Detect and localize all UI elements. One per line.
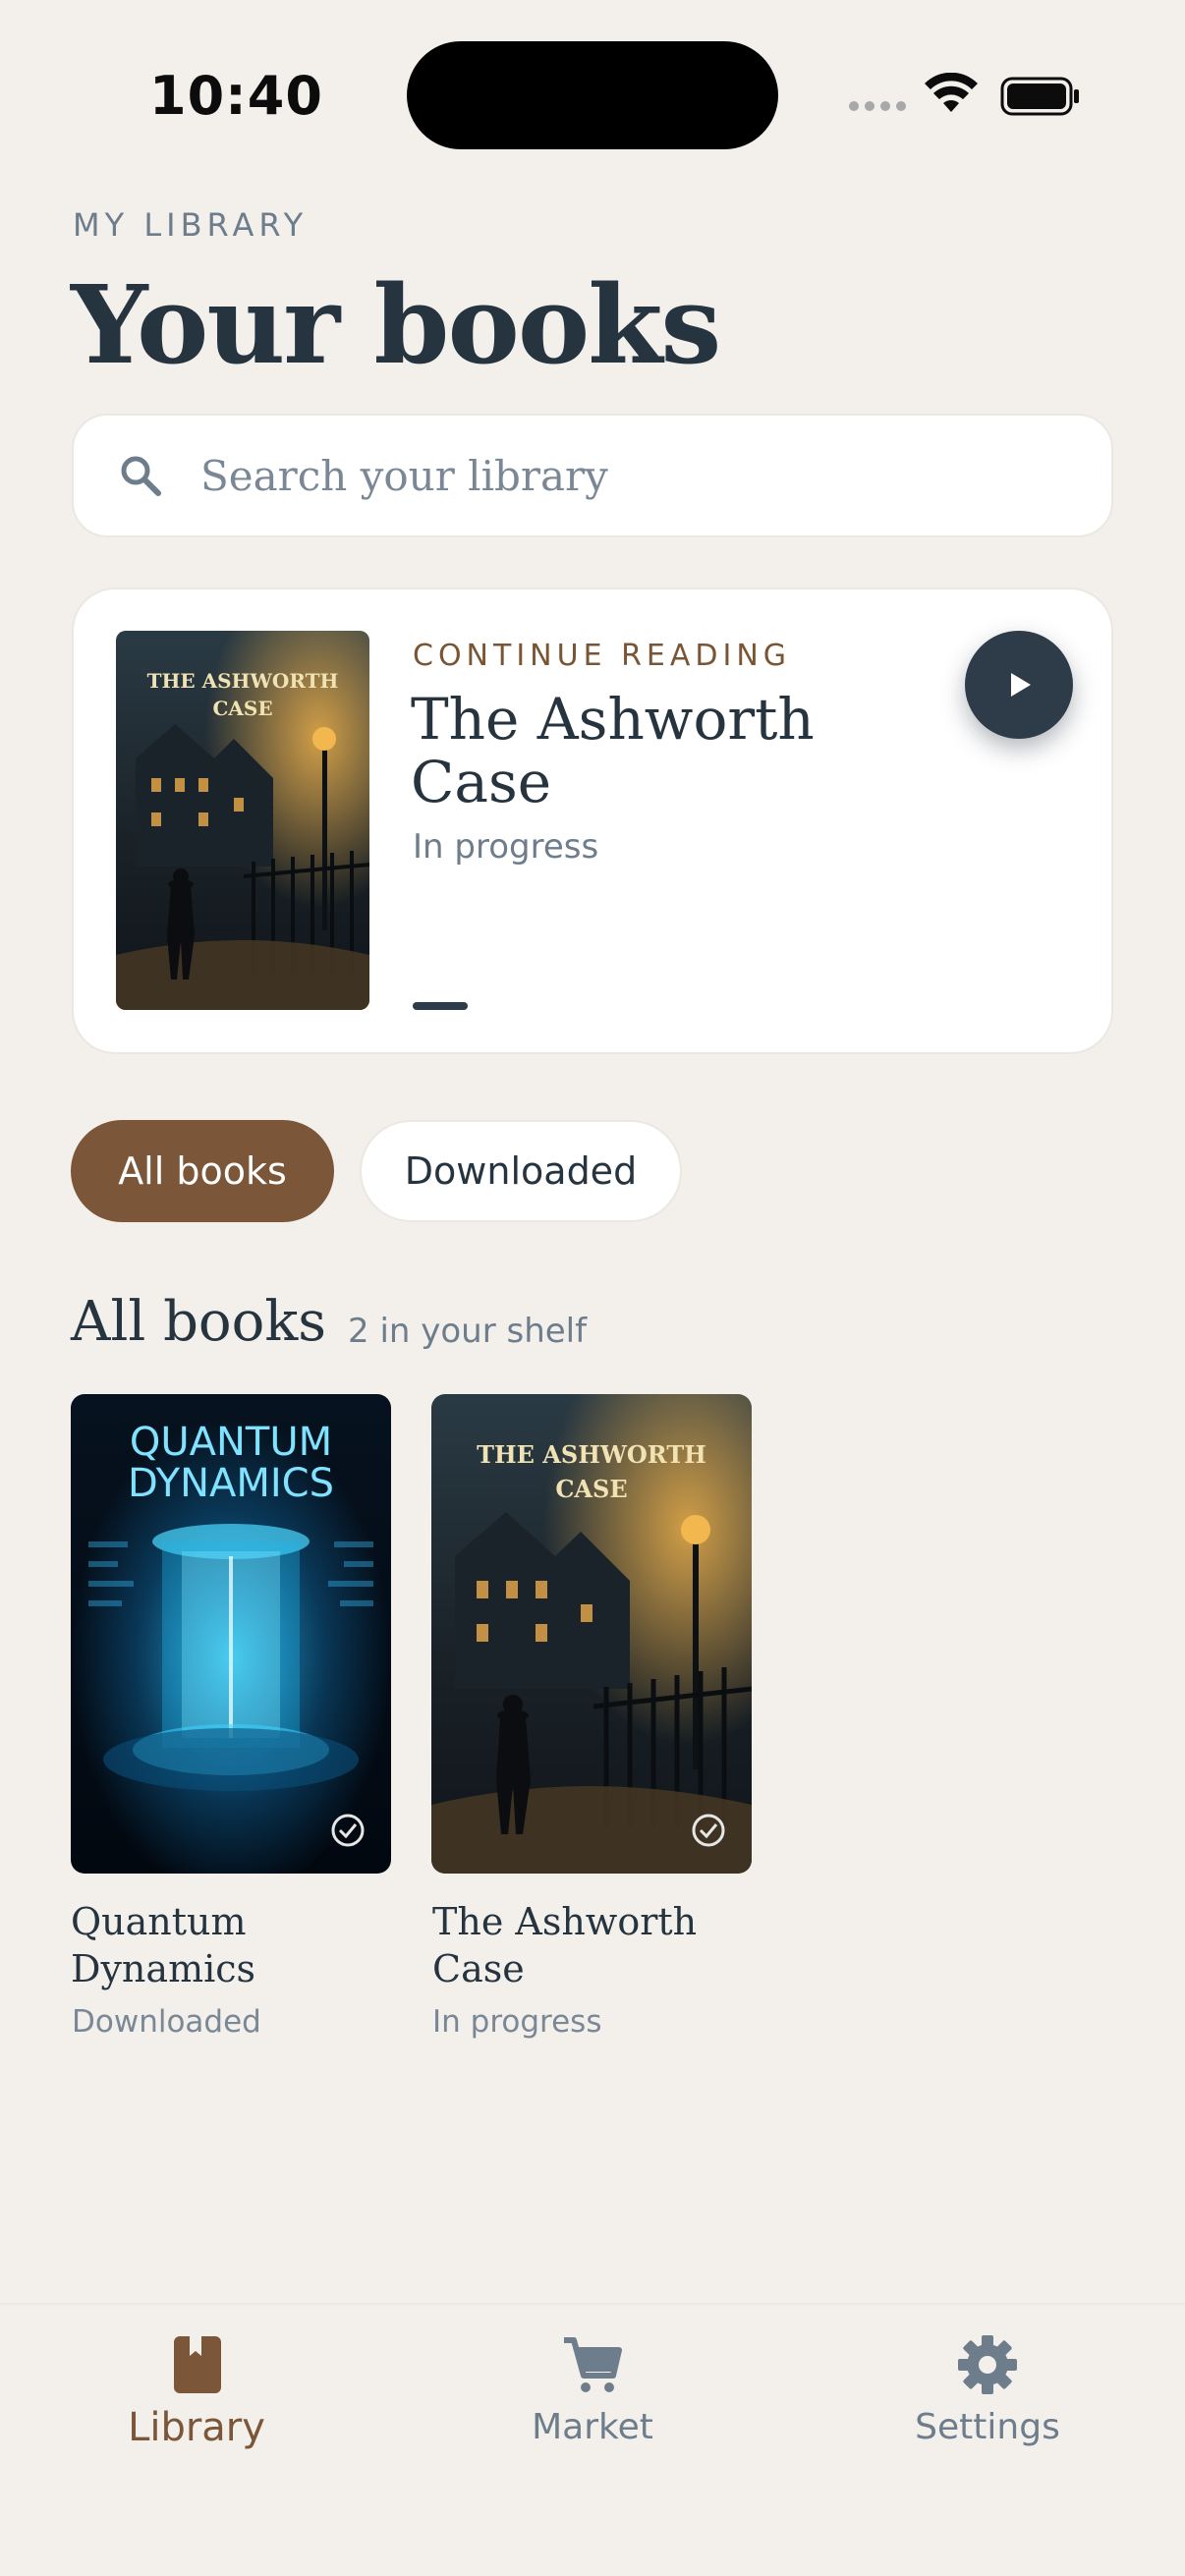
book-cover-the-ashworth-case[interactable]: THE ASHWORTH CASE xyxy=(431,1394,752,1874)
continue-reading-title: The Ashworth Case xyxy=(411,686,815,815)
page-title: Your books xyxy=(71,261,721,388)
nav-label-settings: Settings xyxy=(915,2407,1060,2447)
downloaded-check-icon xyxy=(692,1814,725,1847)
svg-text:QUANTUM: QUANTUM xyxy=(130,1420,332,1465)
book-status-quantum-dynamics: Downloaded xyxy=(72,2004,261,2040)
search-input[interactable] xyxy=(200,451,987,500)
section-count: 2 in your shelf xyxy=(348,1312,588,1351)
book-cover-ashworth[interactable]: THE ASHWORTH CASE xyxy=(116,631,369,1010)
cart-icon xyxy=(564,2337,622,2392)
nav-item-library[interactable]: Library xyxy=(49,2332,344,2450)
book-cover-quantum-dynamics[interactable]: QUANTUM DYNAMICS xyxy=(71,1394,391,1874)
play-icon xyxy=(1011,673,1031,697)
nav-label-market: Market xyxy=(532,2407,653,2447)
cover-art: THE ASHWORTH CASE xyxy=(431,1394,752,1874)
reading-progress-bar xyxy=(413,1002,468,1010)
downloaded-check-icon xyxy=(331,1814,365,1847)
cellular-signal-icon xyxy=(849,101,906,111)
status-time: 10:40 xyxy=(149,65,323,127)
filter-chip-downloaded[interactable]: Downloaded xyxy=(360,1120,682,1222)
book-title-quantum-dynamics[interactable]: Quantum Dynamics xyxy=(71,1898,395,1992)
library-eyebrow: MY LIBRARY xyxy=(73,206,309,244)
svg-text:CASE: CASE xyxy=(555,1475,627,1503)
section-title: All books xyxy=(71,1290,327,1354)
continue-reading-label: CONTINUE READING xyxy=(413,639,792,673)
continue-reading-card[interactable]: THE ASHWORTH CASE CONTINUE READING The A… xyxy=(72,588,1113,1054)
cover-art: QUANTUM DYNAMICS xyxy=(71,1394,391,1874)
dynamic-island xyxy=(407,41,778,149)
svg-text:THE ASHWORTH: THE ASHWORTH xyxy=(147,669,339,693)
continue-reading-status: In progress xyxy=(413,827,599,867)
play-button[interactable] xyxy=(965,631,1073,739)
svg-text:THE ASHWORTH: THE ASHWORTH xyxy=(477,1440,706,1469)
nav-item-settings[interactable]: Settings xyxy=(840,2332,1135,2447)
svg-text:DYNAMICS: DYNAMICS xyxy=(128,1461,334,1506)
nav-label-library: Library xyxy=(128,2405,265,2450)
search-bar[interactable] xyxy=(72,414,1113,537)
cover-art: THE ASHWORTH CASE xyxy=(116,631,369,1010)
book-title-the-ashworth-case[interactable]: The Ashworth Case xyxy=(432,1898,757,1992)
search-icon xyxy=(121,456,161,496)
battery-icon xyxy=(1000,77,1079,116)
bottom-navigation: Library Market Settings xyxy=(0,2303,1185,2576)
wifi-icon xyxy=(925,73,978,112)
svg-text:CASE: CASE xyxy=(212,697,272,720)
book-icon xyxy=(174,2336,221,2393)
book-status-the-ashworth-case: In progress xyxy=(432,2004,602,2040)
gear-icon xyxy=(958,2335,1017,2394)
filter-chip-all-books[interactable]: All books xyxy=(71,1120,334,1222)
nav-item-market[interactable]: Market xyxy=(445,2332,740,2447)
